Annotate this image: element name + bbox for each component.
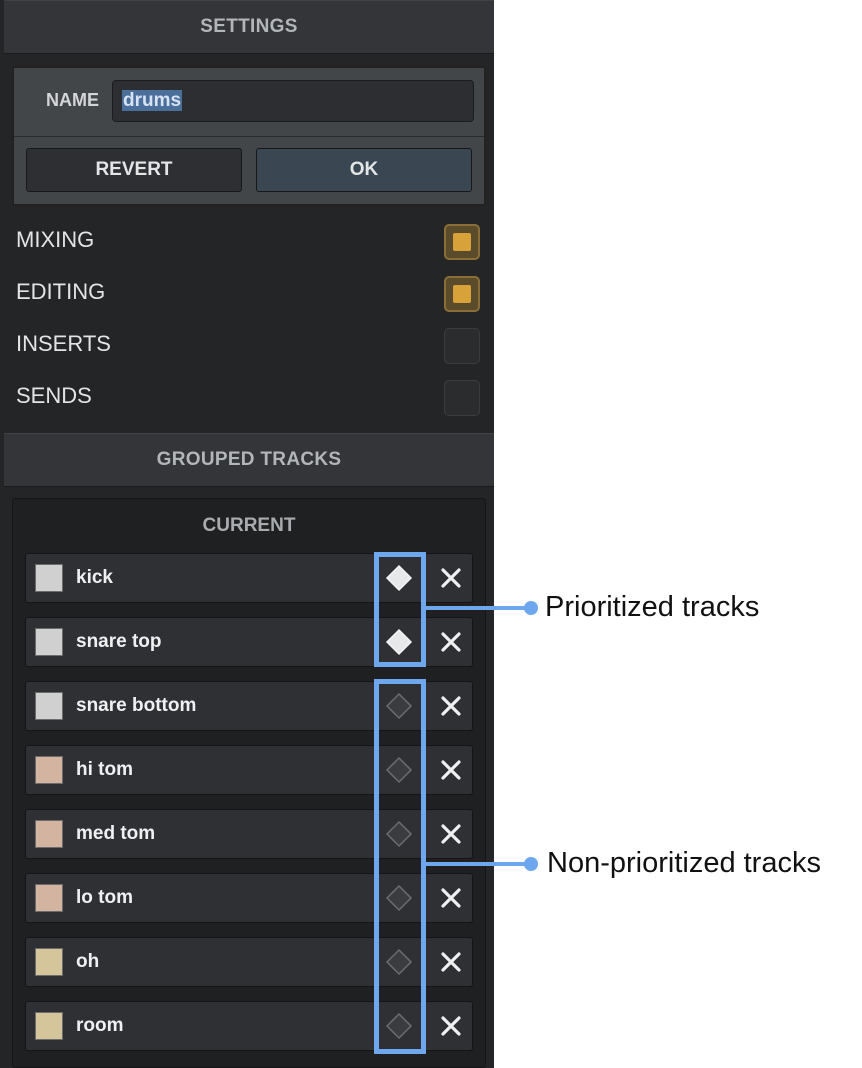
name-input[interactable]: drums [112,80,474,122]
name-box-divider [14,136,484,137]
option-label-sends: SENDS [16,383,92,408]
non-prioritized-annotation: Non-prioritized tracks [547,847,821,879]
mixing-checkbox[interactable] [444,224,480,260]
remove-track-button[interactable] [432,938,470,986]
checkbox-fill [453,233,471,251]
name-editor: NAME drums REVERT OK [12,66,486,206]
editing-checkbox[interactable] [444,276,480,312]
checkbox-fill [453,285,471,303]
remove-track-button[interactable] [432,682,470,730]
remove-track-button[interactable] [432,874,470,922]
track-name: hi tom [76,759,133,780]
track-color-swatch[interactable] [35,628,63,656]
track-color-swatch[interactable] [35,692,63,720]
option-label-editing: EDITING [16,279,106,304]
remove-track-button[interactable] [432,810,470,858]
name-label: NAME [46,90,99,110]
non-prioritized-leader-line [426,862,530,866]
prioritized-annotation: Prioritized tracks [545,591,760,623]
grouped-tracks-header: GROUPED TRACKS [4,433,494,487]
close-icon [441,696,461,716]
sends-checkbox[interactable] [444,380,480,416]
remove-track-button[interactable] [432,554,470,602]
track-color-swatch[interactable] [35,564,63,592]
track-name: oh [76,951,100,972]
track-color-swatch[interactable] [35,756,63,784]
close-icon [441,888,461,908]
remove-track-button[interactable] [432,746,470,794]
option-label-mixing: MIXING [16,227,95,252]
revert-button[interactable]: REVERT [26,148,242,192]
track-name: med tom [76,823,156,844]
track-color-swatch[interactable] [35,820,63,848]
track-color-swatch[interactable] [35,1012,63,1040]
non-prioritized-highlight-box [374,679,426,1054]
close-icon [441,952,461,972]
option-label-inserts: INSERTS [16,331,111,356]
current-title: CURRENT [202,515,296,536]
inserts-checkbox[interactable] [444,328,480,364]
track-color-swatch[interactable] [35,948,63,976]
settings-header: SETTINGS [4,0,494,54]
close-icon [441,760,461,780]
non-prioritized-leader-dot [524,857,538,871]
track-name: snare top [76,631,162,652]
track-name: snare bottom [76,695,197,716]
prioritized-highlight-box [374,552,426,667]
close-icon [441,568,461,588]
track-name: kick [76,567,113,588]
track-name: lo tom [76,887,133,908]
remove-track-button[interactable] [432,618,470,666]
track-color-swatch[interactable] [35,884,63,912]
prioritized-leader-line [426,606,530,610]
remove-track-button[interactable] [432,1002,470,1050]
ok-button[interactable]: OK [256,148,472,192]
track-name: room [76,1015,124,1036]
close-icon [441,824,461,844]
close-icon [441,1016,461,1036]
prioritized-leader-dot [524,601,538,615]
close-icon [441,632,461,652]
name-input-value: drums [122,90,183,111]
